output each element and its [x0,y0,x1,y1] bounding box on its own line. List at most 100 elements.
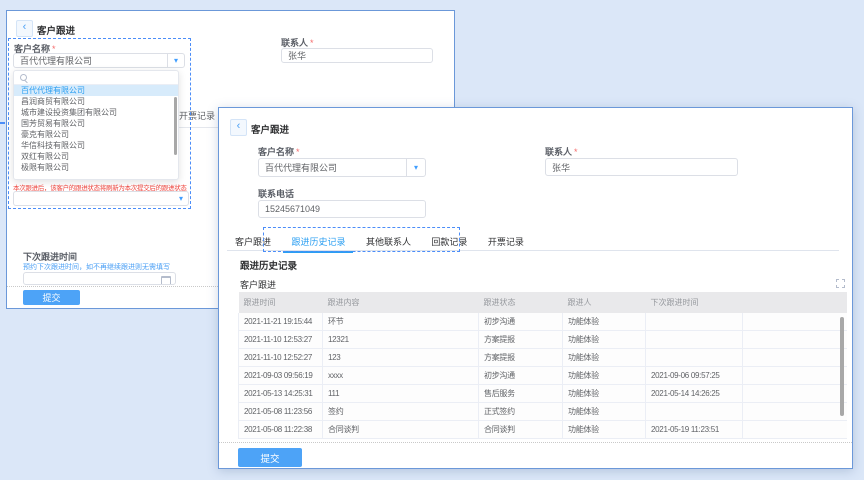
dropdown-search-input[interactable] [14,71,178,85]
chevron-down-icon[interactable]: ▾ [167,54,184,67]
tab-other-contacts[interactable]: 其他联系人 [358,233,419,251]
cell-person: 功能体验 [563,331,646,349]
customer-name-value: 百代代理有限公司 [20,54,92,67]
table-row[interactable]: 2021-11-10 12:53:27 12321 方案提报 功能体验 [239,331,847,349]
fullscreen-icon[interactable] [836,279,845,288]
customer-name-label: 客户名称* [258,145,300,158]
customer-name-select[interactable]: 百代代理有限公司 ▾ [13,53,185,68]
table-row[interactable]: 2021-11-10 12:52:27 123 方案提报 功能体验 [239,349,847,367]
section-title: 跟进历史记录 [240,258,297,272]
dropdown-option[interactable]: 昌润商贸有限公司 [14,96,178,107]
chevron-down-icon[interactable]: ▾ [406,159,425,176]
cell-person: 功能体验 [563,421,646,439]
back-button[interactable]: ‹ [230,119,247,136]
table-row[interactable]: 2021-11-21 19:15:44 环节 初步沟通 功能体验 [239,313,847,331]
contact-label: 联系人* [545,145,578,158]
cell-person: 功能体验 [563,385,646,403]
table-row[interactable]: 2021-09-03 09:56:19 xxxx 初步沟通 功能体验 2021-… [239,367,847,385]
cell-next-time [646,349,743,367]
divider [219,442,852,443]
table-row[interactable]: 2021-05-08 11:23:56 签约 正式签约 功能体验 [239,403,847,421]
next-followup-hint: 预约下次跟进时间，如不再继续跟进则无需填写 [23,262,170,272]
subsection-title: 客户跟进 [240,278,276,291]
col-followup-status: 跟进状态 [479,292,563,313]
cell-person: 功能体验 [563,313,646,331]
cell-status: 售后服务 [479,385,563,403]
next-followup-time-input[interactable] [23,272,176,285]
table-row[interactable]: 2021-05-13 14:25:31 111 售后服务 功能体验 2021-0… [239,385,847,403]
customer-name-dropdown: 百代代理有限公司 昌润商贸有限公司 城市建设投资集团有限公司 国芳贸易有限公司 … [13,70,179,180]
contact-input[interactable]: 张华 [281,48,433,63]
tab-followup-history[interactable]: 跟进历史记录 [283,233,353,253]
cell-status: 方案提报 [479,331,563,349]
selection-handle [0,122,5,124]
followup-history-table: 跟进时间 跟进内容 跟进状态 跟进人 下次跟进时间 2021-11-21 19:… [238,292,847,439]
cell-next-time [646,403,743,421]
tabs-underline [175,127,220,128]
tab-bar: 客户跟进 跟进历史记录 其他联系人 回款记录 开票记录 [227,232,839,251]
dropdown-option[interactable]: 豪克有限公司 [14,129,178,140]
required-asterisk: * [310,38,314,48]
dropdown-option[interactable]: 城市建设投资集团有限公司 [14,107,178,118]
tab-payment-records[interactable]: 回款记录 [423,233,475,251]
back-chevron-icon: ‹ [23,21,27,33]
tab-invoice-records-partial[interactable]: 开票记录 [179,109,215,122]
cell-empty [743,385,847,403]
cell-time: 2021-11-10 12:53:27 [239,331,323,349]
cell-person: 功能体验 [563,403,646,421]
cell-next-time: 2021-05-14 14:26:25 [646,385,743,403]
dropdown-option[interactable]: 华信科技有限公司 [14,140,178,151]
cell-content: 环节 [323,313,479,331]
cell-content: 12321 [323,331,479,349]
table-header-row: 跟进时间 跟进内容 跟进状态 跟进人 下次跟进时间 [239,292,847,313]
customer-name-select[interactable]: 百代代理有限公司 ▾ [258,158,426,177]
col-empty [743,292,847,313]
back-button[interactable]: ‹ [16,20,33,37]
tab-invoice-records[interactable]: 开票记录 [480,233,532,251]
dropdown-scrollbar[interactable] [174,97,177,155]
followup-status-select[interactable]: ▾ [13,191,189,206]
chevron-down-icon: ▾ [179,192,183,205]
phone-input[interactable]: 15245671049 [258,200,426,218]
required-asterisk: * [296,147,300,157]
cell-person: 功能体验 [563,349,646,367]
cell-content: 签约 [323,403,479,421]
dropdown-option[interactable]: 国芳贸易有限公司 [14,118,178,129]
calendar-icon[interactable] [161,276,171,285]
cell-next-time [646,331,743,349]
submit-button[interactable]: 提交 [23,290,80,305]
cell-empty [743,349,847,367]
cell-content: xxxx [323,367,479,385]
submit-button[interactable]: 提交 [238,448,302,467]
cell-time: 2021-05-08 11:23:56 [239,403,323,421]
back-chevron-icon: ‹ [237,120,241,132]
cell-empty [743,331,847,349]
cell-status: 方案提报 [479,349,563,367]
col-followup-content: 跟进内容 [323,292,479,313]
contact-value: 张华 [288,49,306,62]
cell-time: 2021-11-21 19:15:44 [239,313,323,331]
cell-next-time: 2021-05-19 11:23:51 [646,421,743,439]
dropdown-option[interactable]: 百代代理有限公司 [14,85,178,96]
dropdown-option[interactable]: 双红有限公司 [14,151,178,162]
cell-status: 初步沟通 [479,313,563,331]
search-icon [20,74,28,82]
dropdown-option[interactable]: 极限有限公司 [14,162,178,173]
contact-input[interactable]: 张华 [545,158,738,176]
page-title: 客户跟进 [37,23,75,37]
cell-status: 正式签约 [479,403,563,421]
cell-time: 2021-05-08 11:22:38 [239,421,323,439]
col-followup-time: 跟进时间 [239,292,323,313]
phone-value: 15245671049 [265,204,320,214]
cell-empty [743,313,847,331]
tab-customer-followup[interactable]: 客户跟进 [227,233,279,251]
cell-content: 111 [323,385,479,403]
cell-next-time [646,313,743,331]
table-scrollbar[interactable] [840,317,844,416]
page-title: 客户跟进 [251,122,289,136]
cell-next-time: 2021-09-06 09:57:25 [646,367,743,385]
dropdown-list: 百代代理有限公司 昌润商贸有限公司 城市建设投资集团有限公司 国芳贸易有限公司 … [14,85,178,173]
cell-time: 2021-05-13 14:25:31 [239,385,323,403]
cell-status: 初步沟通 [479,367,563,385]
table-row[interactable]: 2021-05-08 11:22:38 合同谈判 合同谈判 功能体验 2021-… [239,421,847,439]
